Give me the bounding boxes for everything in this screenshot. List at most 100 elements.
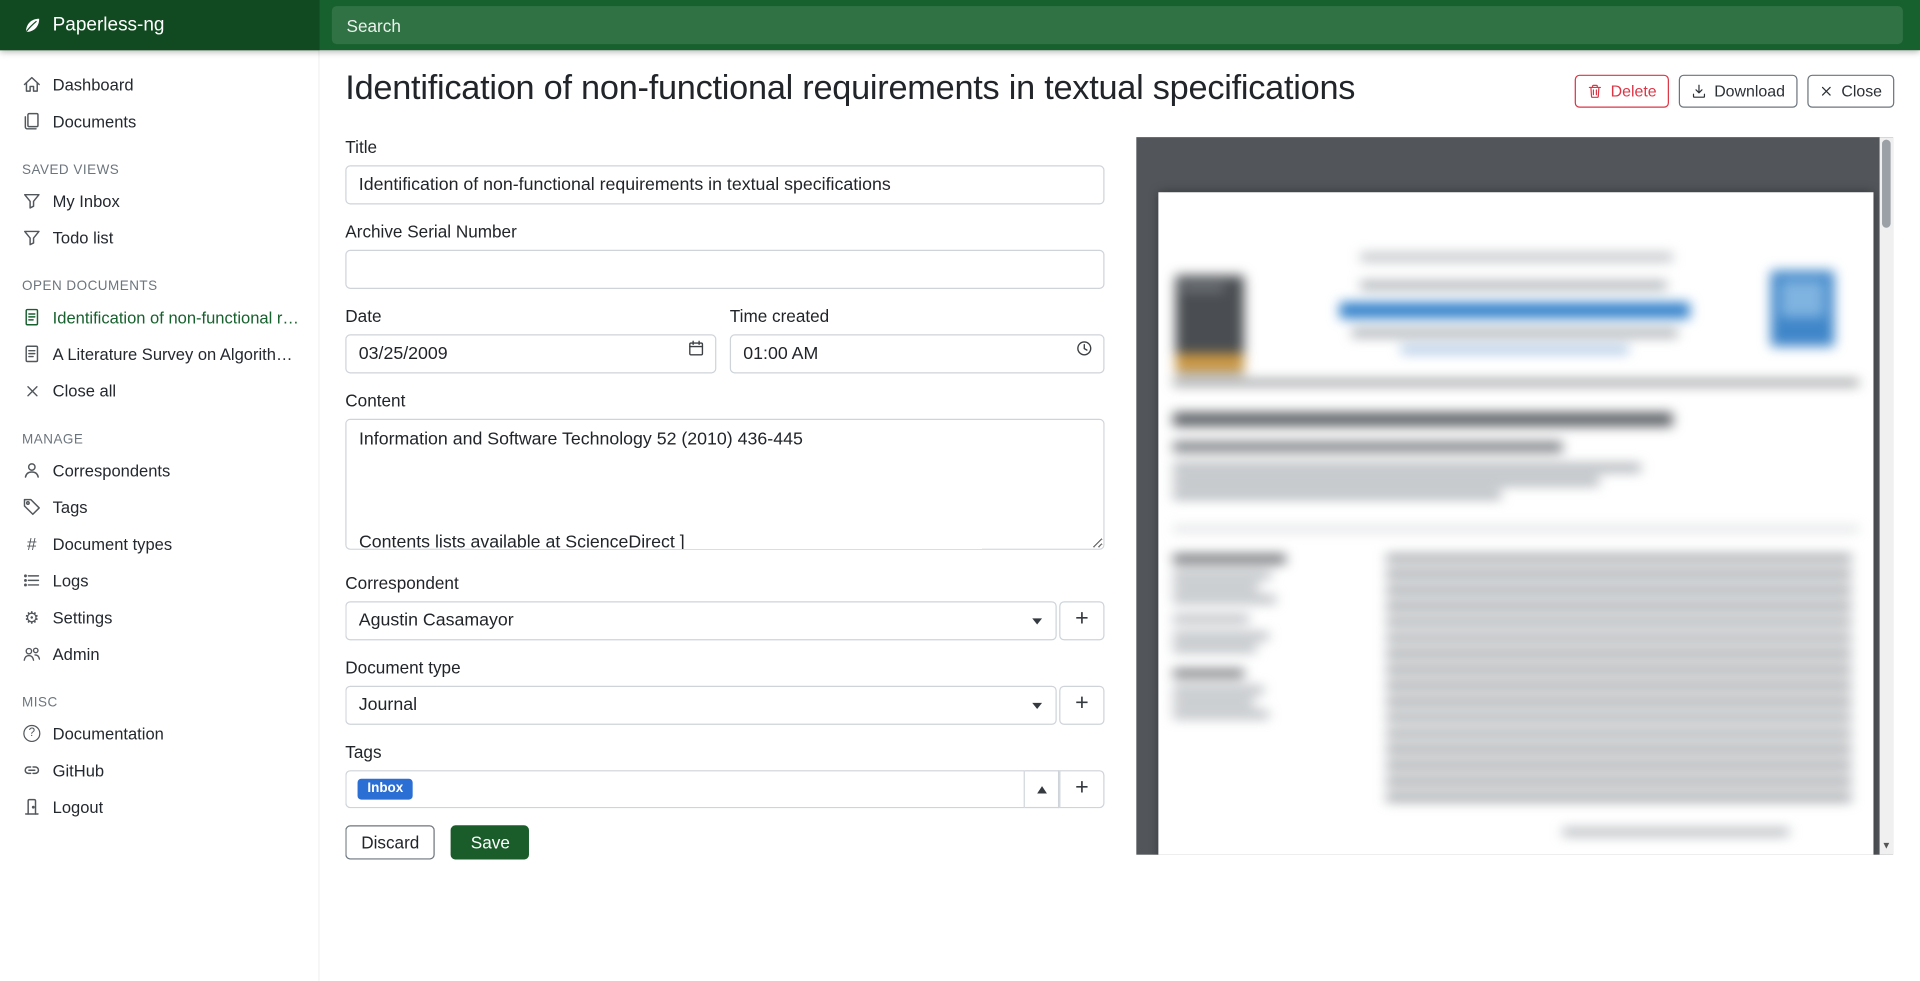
- sidebar-open-document-1[interactable]: Identification of non-functional require…: [0, 299, 318, 336]
- leaf-logo-icon: [22, 15, 42, 35]
- add-correspondent-button[interactable]: +: [1059, 601, 1104, 640]
- calendar-icon[interactable]: [687, 339, 705, 363]
- sidebar-item-github[interactable]: GitHub: [0, 752, 318, 789]
- download-label: Download: [1714, 82, 1785, 100]
- funnel-icon: [22, 228, 42, 248]
- pdf-content-block: [1173, 687, 1264, 693]
- time-created-input[interactable]: [730, 334, 1105, 373]
- people-icon: [22, 644, 42, 664]
- tag-badge-inbox: Inbox: [358, 779, 414, 800]
- pdf-content-block: [1180, 285, 1224, 290]
- clock-icon[interactable]: [1075, 339, 1093, 363]
- sidebar-item-label: Close all: [53, 381, 116, 399]
- app-window: Paperless-ng Dashboard Documents SAVED V…: [0, 0, 1920, 981]
- close-icon: [1819, 84, 1834, 99]
- sidebar-item-correspondents[interactable]: Correspondents: [0, 452, 318, 489]
- pdf-content-block: [1173, 670, 1244, 677]
- sidebar-item-todo-list[interactable]: Todo list: [0, 219, 318, 256]
- sidebar-item-admin[interactable]: Admin: [0, 636, 318, 673]
- sidebar-open-document-2[interactable]: A Literature Survey on Algorithms for Mu…: [0, 336, 318, 373]
- misc-header: MISC: [0, 696, 318, 711]
- sidebar-close-all[interactable]: Close all: [0, 372, 318, 409]
- sidebar-item-dashboard[interactable]: Dashboard: [0, 66, 318, 103]
- main-content: Identification of non-functional require…: [320, 50, 1920, 981]
- download-icon: [1691, 83, 1707, 99]
- pdf-content-block: [1173, 413, 1673, 426]
- tag-icon: [22, 497, 42, 517]
- add-document-type-button[interactable]: +: [1059, 686, 1104, 725]
- pdf-content-block: [1173, 596, 1276, 602]
- sidebar-item-logs[interactable]: Logs: [0, 562, 318, 599]
- download-button[interactable]: Download: [1679, 75, 1798, 108]
- sidebar-item-settings[interactable]: ⚙ Settings: [0, 599, 318, 636]
- document-preview[interactable]: ▼: [1136, 137, 1893, 855]
- asn-input[interactable]: [345, 250, 1104, 289]
- correspondent-select[interactable]: Agustin Casamayor: [345, 601, 1057, 640]
- pdf-content-block: [1173, 645, 1256, 651]
- add-tag-button[interactable]: +: [1059, 770, 1104, 808]
- sidebar-item-label: Documents: [53, 112, 137, 130]
- title-input[interactable]: [345, 165, 1104, 204]
- hash-icon: #: [22, 534, 42, 554]
- scroll-down-arrow-icon[interactable]: ▼: [1880, 840, 1893, 852]
- title-label: Title: [345, 137, 1104, 158]
- tags-dropdown-toggle[interactable]: [1025, 770, 1059, 808]
- search-input[interactable]: [332, 6, 1903, 44]
- sidebar-item-tags[interactable]: Tags: [0, 489, 318, 526]
- sidebar-item-documentation[interactable]: ? Documentation: [0, 715, 318, 752]
- sidebar-item-label: Documentation: [53, 724, 164, 742]
- chevron-up-icon: [1037, 786, 1047, 793]
- door-icon: [22, 797, 42, 817]
- asn-label: Archive Serial Number: [345, 222, 1104, 243]
- sidebar-item-label: Logout: [53, 798, 104, 816]
- close-icon: [22, 381, 42, 401]
- brand-label: Paperless-ng: [53, 14, 165, 36]
- discard-button[interactable]: Discard: [345, 825, 435, 859]
- file-text-icon: [22, 307, 42, 327]
- sidebar-item-label: My Inbox: [53, 192, 120, 210]
- pdf-content-block: [1562, 829, 1789, 835]
- brand-link[interactable]: Paperless-ng: [0, 0, 320, 50]
- preview-scrollbar[interactable]: ▼: [1880, 137, 1893, 855]
- correspondent-label: Correspondent: [345, 573, 1104, 594]
- pdf-content-block: [1340, 302, 1690, 318]
- sidebar-item-label: Identification of non-functional require…: [53, 308, 306, 326]
- sidebar-item-label: Document types: [53, 534, 172, 552]
- save-button[interactable]: Save: [451, 825, 529, 859]
- time-created-label: Time created: [730, 306, 1105, 327]
- delete-button[interactable]: Delete: [1575, 75, 1669, 108]
- sidebar-item-logout[interactable]: Logout: [0, 789, 318, 826]
- pdf-content-block: [1176, 354, 1245, 371]
- pdf-content-block: [1173, 633, 1269, 639]
- person-icon: [22, 460, 42, 480]
- close-button[interactable]: Close: [1807, 75, 1894, 108]
- pdf-content-block: [1352, 329, 1678, 336]
- content-textarea[interactable]: Information and Software Technology 52 (…: [345, 419, 1104, 550]
- pdf-content-block: [1173, 699, 1254, 705]
- house-icon: [22, 75, 42, 95]
- trash-icon: [1587, 83, 1603, 99]
- document-actions: Delete Download Close: [1575, 75, 1894, 108]
- file-text-icon: [22, 344, 42, 364]
- sidebar-item-label: Settings: [53, 608, 113, 626]
- document-type-select[interactable]: Journal: [345, 686, 1057, 725]
- open-documents-header: OPEN DOCUMENTS: [0, 279, 318, 294]
- pdf-content-block: [1401, 347, 1629, 353]
- document-edit-form: Title Archive Serial Number Date Time cr…: [345, 137, 1104, 859]
- sidebar-item-documents[interactable]: Documents: [0, 103, 318, 140]
- pdf-content-block: [1360, 282, 1666, 289]
- pdf-content-block: [1173, 528, 1859, 530]
- page-title: Identification of non-functional require…: [345, 69, 1355, 108]
- sidebar-item-label: GitHub: [53, 761, 104, 779]
- sidebar-item-label: Correspondents: [53, 461, 171, 479]
- date-input[interactable]: [345, 334, 716, 373]
- sidebar-item-document-types[interactable]: # Document types: [0, 525, 318, 562]
- sidebar-item-label: A Literature Survey on Algorithms for Mu…: [53, 345, 306, 363]
- tags-input[interactable]: Inbox: [345, 770, 1025, 808]
- close-label: Close: [1841, 82, 1882, 100]
- preview-scrollbar-thumb[interactable]: [1882, 140, 1891, 228]
- pdf-content-block: [1173, 572, 1271, 578]
- pdf-content-block: [1780, 280, 1824, 317]
- sidebar-item-my-inbox[interactable]: My Inbox: [0, 182, 318, 219]
- saved-views-header: SAVED VIEWS: [0, 163, 318, 178]
